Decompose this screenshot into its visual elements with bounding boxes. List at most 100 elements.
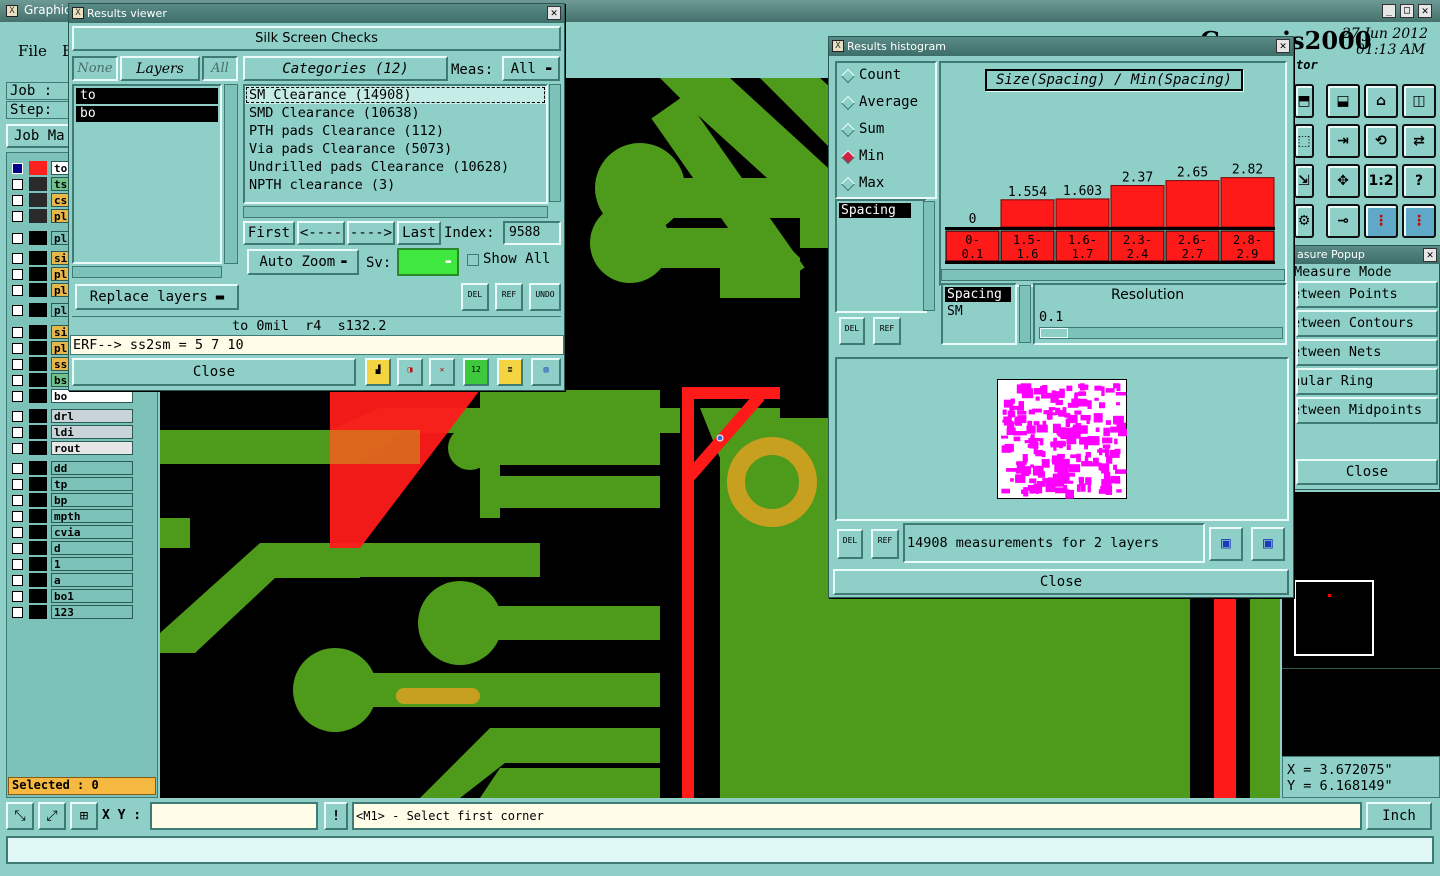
undo-button[interactable]: UNDO	[529, 283, 561, 311]
category-item[interactable]: Via pads Clearance (5073)	[245, 140, 546, 158]
layer-checkbox[interactable]	[12, 253, 23, 264]
measure-mode-item[interactable]: etween Contours	[1296, 310, 1438, 337]
layer-color-swatch[interactable]	[29, 303, 47, 317]
layer-name[interactable]: rout	[51, 441, 133, 455]
histogram-close-button[interactable]: Close	[833, 569, 1289, 595]
sm-item[interactable]: SM	[945, 304, 1013, 319]
meas-dropdown[interactable]: All ▬	[502, 56, 560, 81]
category-item[interactable]: NPTH clearance (3)	[245, 176, 546, 194]
layer-name[interactable]: 123	[51, 605, 133, 619]
layer-list-vscroll[interactable]	[224, 84, 238, 264]
layer-color-swatch[interactable]	[29, 525, 47, 539]
layer-checkbox[interactable]	[12, 163, 23, 174]
layer-checkbox[interactable]	[12, 195, 23, 206]
export-icon[interactable]: ▟	[365, 358, 391, 386]
notes-icon[interactable]: ≣	[497, 358, 523, 386]
results-close-button[interactable]: Close	[72, 358, 356, 386]
histogram-close-icon[interactable]: ✕	[1276, 39, 1290, 53]
del-button[interactable]: DEL	[461, 283, 489, 311]
mode-radio-average[interactable]: Average	[837, 90, 935, 117]
minimap[interactable]	[1282, 492, 1440, 756]
layer-list-hscroll[interactable]	[72, 266, 222, 278]
layer-color-swatch[interactable]	[29, 283, 47, 297]
layer-checkbox[interactable]	[12, 511, 23, 522]
layer-checkbox[interactable]	[12, 285, 23, 296]
ref-button[interactable]: REF	[495, 283, 523, 311]
zoom-home-icon[interactable]: ⤡	[6, 802, 34, 830]
ref-off-icon[interactable]: ✕	[429, 358, 455, 386]
layer-color-swatch[interactable]	[29, 441, 47, 455]
swap-icon[interactable]: ⇄	[1402, 124, 1436, 158]
category-item[interactable]: PTH pads Clearance (112)	[245, 122, 546, 140]
exclamation-icon[interactable]: !	[324, 802, 348, 830]
grid-icon[interactable]: ⊞	[70, 802, 98, 830]
layer-color-swatch[interactable]	[29, 573, 47, 587]
results-viewer-titlebar[interactable]: Results viewer	[69, 4, 564, 23]
layer-name[interactable]: bo	[51, 389, 133, 403]
home-icon[interactable]: ⌂	[1364, 84, 1398, 118]
layer-checkbox[interactable]	[12, 479, 23, 490]
mode-radio-min[interactable]: Min	[837, 144, 935, 171]
measure-mode-item[interactable]: etween Midpoints	[1296, 397, 1438, 424]
hist-del-button-2[interactable]: DEL	[837, 529, 863, 559]
chart-hscroll[interactable]	[941, 269, 1285, 281]
mode-radio-max[interactable]: Max	[837, 171, 935, 197]
histogram-icon[interactable]: ▥	[531, 358, 561, 386]
layer-color-swatch[interactable]	[29, 461, 47, 475]
layer-color-swatch[interactable]	[29, 409, 47, 423]
layer-checkbox[interactable]	[12, 269, 23, 280]
index-field[interactable]: 9588	[503, 221, 561, 245]
layer-checkbox[interactable]	[12, 427, 23, 438]
layer-color-swatch[interactable]	[29, 251, 47, 265]
layer-checkbox[interactable]	[12, 411, 23, 422]
spacing-item[interactable]: Spacing	[945, 287, 1011, 302]
layer-color-swatch[interactable]	[29, 605, 47, 619]
layer-checkbox[interactable]	[12, 591, 23, 602]
zoom-fit-icon[interactable]: ⤢	[38, 802, 66, 830]
layer-checkbox[interactable]	[12, 443, 23, 454]
zoom-in-map-icon[interactable]: ▣	[1209, 527, 1243, 561]
layer-color-swatch[interactable]	[29, 267, 47, 281]
layer-name[interactable]: a	[51, 573, 133, 587]
none-button[interactable]: None	[72, 56, 118, 81]
close-icon[interactable]: ✕	[1418, 4, 1432, 18]
layer-select-list[interactable]: to bo	[72, 84, 222, 264]
layer-checkbox[interactable]	[12, 495, 23, 506]
layer-color-swatch[interactable]	[29, 373, 47, 387]
rv-layer-item[interactable]: to	[76, 88, 218, 104]
category-list[interactable]: SM Clearance (14908) SMD Clearance (10638…	[243, 84, 548, 204]
rotate-icon[interactable]: ⬒	[1294, 84, 1314, 118]
stat-list-vscroll[interactable]	[923, 201, 935, 311]
layer-checkbox[interactable]	[12, 179, 23, 190]
hist-del-button[interactable]: DEL	[839, 317, 865, 345]
layer-checkbox[interactable]	[12, 327, 23, 338]
measure-close-button[interactable]: Close	[1296, 459, 1438, 485]
maximize-button[interactable]: □	[1400, 4, 1414, 18]
layer-color-swatch[interactable]	[29, 161, 47, 175]
command-line[interactable]	[6, 836, 1434, 864]
step-in-icon[interactable]: ⇥	[1326, 124, 1360, 158]
spacing-vscroll[interactable]	[1019, 285, 1031, 343]
layer-checkbox[interactable]	[12, 607, 23, 618]
measure-mode-item[interactable]: nular Ring	[1296, 368, 1438, 395]
category-list-vscroll[interactable]	[549, 84, 561, 202]
layer-color-swatch[interactable]	[29, 493, 47, 507]
layer-color-swatch[interactable]	[29, 177, 47, 191]
layer-color-swatch[interactable]	[29, 589, 47, 603]
first-button[interactable]: First	[243, 221, 295, 245]
show-all-checkbox[interactable]	[467, 254, 479, 266]
layer-name[interactable]: ldi	[51, 425, 133, 439]
layer-name[interactable]: cvia	[51, 525, 133, 539]
layer-color-swatch[interactable]	[29, 477, 47, 491]
category-item[interactable]: SM Clearance (14908)	[245, 86, 546, 104]
layer-name[interactable]: bo1	[51, 589, 133, 603]
mode-radio-count[interactable]: Count	[837, 63, 935, 90]
spacing-list[interactable]: Spacing SM	[941, 283, 1017, 345]
layers-button[interactable]: Layers	[120, 56, 200, 81]
measure-close-icon[interactable]: ✕	[1423, 248, 1437, 262]
help-icon[interactable]: ?	[1402, 164, 1436, 198]
histogram-bar[interactable]	[1220, 177, 1275, 228]
layer-color-swatch[interactable]	[29, 193, 47, 207]
layer-color-swatch[interactable]	[29, 389, 47, 403]
histogram-bar[interactable]	[1165, 180, 1220, 228]
